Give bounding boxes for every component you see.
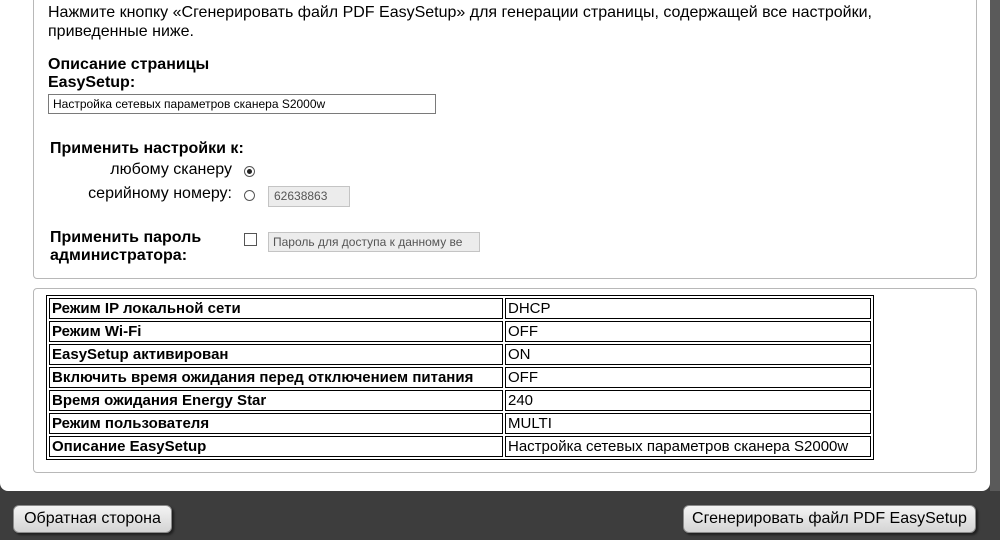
settings-panel: Нажмите кнопку «Сгенерировать файл PDF E…	[0, 0, 990, 491]
serial-number-label: серийному номеру:	[88, 185, 232, 202]
intro-text: Нажмите кнопку «Сгенерировать файл PDF E…	[48, 4, 872, 40]
description-label: Описание страницы EasySetup:	[48, 56, 209, 92]
setting-name-cell: Режим пользователя	[49, 413, 503, 434]
setting-name-cell: EasySetup активирован	[49, 344, 503, 365]
setting-value-cell: DHCP	[505, 298, 871, 319]
admin-password-label-line1: Применить пароль	[50, 229, 202, 246]
setting-value-cell: ON	[505, 344, 871, 365]
setting-value-cell: Настройка сетевых параметров сканера S20…	[505, 436, 871, 457]
any-scanner-radio[interactable]	[244, 166, 255, 177]
table-row: Время ожидания Energy Star 240	[49, 390, 871, 411]
setting-value-cell: OFF	[505, 321, 871, 342]
setting-name-cell: Режим Wi-Fi	[49, 321, 503, 342]
serial-number-input[interactable]: 62638863	[268, 186, 350, 207]
admin-password-input[interactable]: Пароль для доступа к данному ве	[268, 232, 480, 252]
generate-pdf-button[interactable]: Сгенерировать файл PDF EasySetup	[683, 505, 976, 533]
admin-password-label: Применить пароль администратора:	[50, 229, 201, 265]
setting-name-cell: Режим IP локальной сети	[49, 298, 503, 319]
description-input[interactable]: Настройка сетевых параметров сканера S20…	[48, 94, 436, 114]
scrollbar[interactable]	[990, 0, 1000, 491]
setting-name-cell: Время ожидания Energy Star	[49, 390, 503, 411]
description-label-line1: Описание страницы	[48, 56, 210, 73]
setting-name-cell: Включить время ожидания перед отключение…	[49, 367, 503, 388]
back-side-button[interactable]: Обратная сторона	[13, 505, 172, 533]
admin-password-label-line2: администратора:	[50, 247, 188, 264]
setting-value-cell: MULTI	[505, 413, 871, 434]
any-scanner-label: любому сканеру	[110, 161, 232, 178]
table-row: Режим IP локальной сети DHCP	[49, 298, 871, 319]
apply-to-label: Применить настройки к:	[50, 140, 244, 157]
table-row: Включить время ожидания перед отключение…	[49, 367, 871, 388]
setting-name-cell: Описание EasySetup	[49, 436, 503, 457]
table-row: Описание EasySetup Настройка сетевых пара…	[49, 436, 871, 457]
setting-value-cell: OFF	[505, 367, 871, 388]
setting-value-cell: 240	[505, 390, 871, 411]
table-row: Режим Wi-Fi OFF	[49, 321, 871, 342]
admin-password-checkbox[interactable]	[244, 233, 257, 246]
serial-number-radio[interactable]	[244, 190, 255, 201]
description-label-line2: EasySetup:	[48, 74, 136, 91]
table-row: Режим пользователя MULTI	[49, 413, 871, 434]
table-row: EasySetup активирован ON	[49, 344, 871, 365]
settings-table: Режим IP локальной сети DHCP Режим Wi-Fi OF…	[46, 295, 874, 460]
